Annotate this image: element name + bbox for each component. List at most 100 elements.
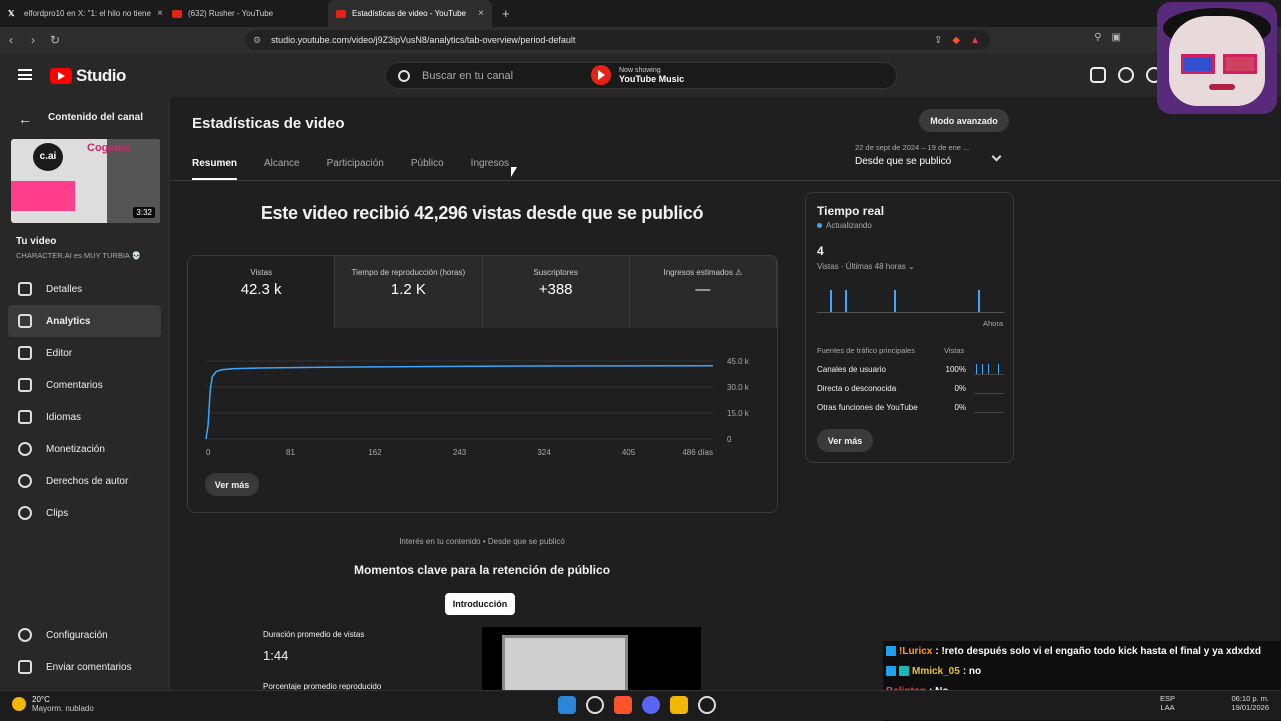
realtime-subtitle[interactable]: Vistas · Últimas 48 horas ⌄ — [817, 262, 915, 271]
traffic-source: Canales de usuario — [817, 365, 886, 374]
sidebar-item-feedback[interactable]: Enviar comentarios — [8, 651, 161, 683]
close-tab-icon[interactable]: × — [157, 8, 163, 19]
video-title: CHARACTER.AI es MUY TURBIA 💀 — [16, 251, 141, 260]
brave-shield-icon[interactable]: ◆ — [952, 35, 960, 46]
period-range[interactable]: 22 de sept de 2024 – 19 de ene ... — [855, 143, 969, 152]
traffic-row: Canales de usuario 100% — [817, 364, 1004, 375]
now-showing-title: YouTube Music — [619, 73, 685, 84]
back-arrow-icon[interactable]: ← — [18, 111, 32, 127]
sidebar-item-clips[interactable]: Clips — [8, 497, 161, 529]
browser-tab-studio[interactable]: Estadísticas de video - YouTube × — [328, 0, 492, 27]
hamburger-menu-icon[interactable] — [18, 69, 32, 80]
site-info-icon[interactable]: ⚙ — [253, 35, 261, 46]
metric-watch-time[interactable]: Tiempo de reproducción (horas) 1.2 K — [335, 256, 483, 328]
studio-logo[interactable]: Studio — [50, 66, 126, 86]
chevron-down-icon[interactable]: ⌄ — [908, 262, 915, 271]
sidebar-item-editor[interactable]: Editor — [8, 337, 161, 369]
sidebar-item-label: Derechos de autor — [46, 475, 129, 487]
create-icon[interactable] — [1090, 67, 1106, 83]
sidebar-item-details[interactable]: Detalles — [8, 273, 161, 305]
youtube-icon — [172, 9, 182, 18]
sidebar-item-label: Enviar comentarios — [46, 661, 132, 673]
advanced-mode-button[interactable]: Modo avanzado — [919, 109, 1009, 132]
discord-icon[interactable] — [642, 696, 660, 714]
tab-overview[interactable]: Resumen — [192, 158, 238, 180]
tab-revenue[interactable]: Ingresos — [471, 158, 509, 180]
sub-badge-icon — [899, 666, 909, 676]
metric-views[interactable]: Vistas 42.3 k — [188, 256, 336, 328]
traffic-views-header: Vistas — [944, 346, 965, 355]
metric-revenue[interactable]: Ingresos estimados ⚠ — — [629, 256, 777, 328]
intro-chip[interactable]: Introducción — [445, 593, 515, 615]
language-indicator[interactable]: ESP LAA — [1160, 694, 1175, 712]
x-tick-label: 81 — [286, 448, 295, 457]
views-line-chart: 0 15.0 k 30.0 k 45.0 k 0 81 162 243 324 405 486 dí… — [205, 357, 750, 457]
traffic-row: Otras funciones de YouTube 0% — [817, 403, 1004, 413]
obs-icon[interactable] — [698, 696, 716, 714]
time: 06:10 p. m. — [1231, 694, 1269, 703]
chevron-down-icon[interactable] — [991, 151, 1002, 162]
sidebar-toggle-icon[interactable]: ▣ — [1112, 32, 1121, 43]
share-icon[interactable]: ⇪ — [934, 35, 942, 46]
extensions-icon[interactable]: ⚲ — [1094, 32, 1101, 43]
warning-icon[interactable]: ⚠ — [735, 268, 742, 277]
address-bar[interactable]: ⚙ studio.youtube.com/video/j9Z3ipVusN8/a… — [245, 30, 990, 50]
search-input[interactable]: Buscar en tu canal Now showing YouTube M… — [385, 62, 897, 89]
help-icon[interactable] — [1118, 67, 1134, 83]
weather-desc: Mayorm. nublado — [32, 704, 94, 713]
back-arrow-icon[interactable]: ‹ — [0, 33, 22, 47]
realtime-see-more-button[interactable]: Ver más — [817, 429, 873, 452]
start-icon[interactable] — [558, 696, 576, 714]
tab-audience[interactable]: Público — [411, 158, 444, 180]
thumbnail-badge: c.ai — [33, 143, 63, 171]
metric-subscribers[interactable]: Suscriptores +388 — [482, 256, 630, 328]
sidebar-bottom-nav: Configuración Enviar comentarios — [8, 619, 161, 683]
forward-arrow-icon[interactable]: › — [22, 33, 44, 47]
video-thumbnail[interactable]: c.ai Cogeme 3:32 — [11, 139, 160, 223]
brave-rewards-icon[interactable]: ▲ — [970, 35, 980, 46]
y-tick-label: 0 — [727, 435, 732, 444]
see-more-button[interactable]: Ver más — [205, 473, 259, 496]
reload-icon[interactable]: ↻ — [44, 33, 66, 47]
tab-engagement[interactable]: Participación — [327, 158, 384, 180]
your-video-label: Tu video — [16, 236, 57, 247]
tab-divider — [171, 180, 1281, 181]
clock[interactable]: 06:10 p. m. 19/01/2026 — [1231, 694, 1269, 712]
sidebar-item-languages[interactable]: Idiomas — [8, 401, 161, 433]
sidebar-item-comments[interactable]: Comentarios — [8, 369, 161, 401]
subtitle-text: Vistas · Últimas 48 horas — [817, 262, 906, 271]
weather-widget[interactable]: 20°C Mayorm. nublado — [12, 695, 94, 713]
chat-line: !Luricx : !reto después solo vi el engañ… — [883, 641, 1281, 661]
y-tick-label: 30.0 k — [727, 383, 750, 392]
temperature: 20°C — [32, 695, 50, 704]
channel-content-link[interactable]: Contenido del canal — [48, 112, 143, 123]
sidebar-item-monetization[interactable]: Monetización — [8, 433, 161, 465]
sidebar-item-analytics[interactable]: Analytics — [8, 305, 161, 337]
browser-tab-x[interactable]: 𝕏 elfordpro10 en X: "1: el hilo no tiene… — [0, 0, 164, 27]
tab-label: Estadísticas de video - YouTube — [352, 9, 466, 18]
sidebar-item-copyright[interactable]: Derechos de autor — [8, 465, 161, 497]
scissors-icon — [18, 506, 32, 520]
editor-icon — [18, 346, 32, 360]
sidebar-item-settings[interactable]: Configuración — [8, 619, 161, 651]
avg-duration-label: Duración promedio de vistas — [263, 630, 365, 639]
browser-tab-youtube[interactable]: (632) Rusher - YouTube — [164, 0, 328, 27]
metric-value: +388 — [538, 281, 573, 298]
new-tab-button[interactable]: + — [492, 6, 520, 21]
browser-toolbar: ‹ › ↻ ⚙ studio.youtube.com/video/j9Z3ipV… — [0, 27, 1281, 53]
comments-icon — [18, 378, 32, 392]
realtime-card: Tiempo real Actualizando 4 Vistas · Últi… — [805, 192, 1014, 463]
metric-label: Vistas — [250, 268, 272, 277]
file-explorer-icon[interactable] — [670, 696, 688, 714]
video-preview[interactable] — [482, 627, 701, 690]
traffic-source: Otras funciones de YouTube — [817, 403, 918, 412]
tab-reach[interactable]: Alcance — [264, 158, 300, 180]
now-showing-widget: Now showing YouTube Music — [591, 65, 684, 85]
brave-browser-icon[interactable] — [614, 696, 632, 714]
period-selector[interactable]: Desde que se publicó — [855, 156, 951, 167]
subtitles-icon — [18, 410, 32, 424]
youtube-music-icon — [591, 65, 611, 85]
search-icon[interactable] — [586, 696, 604, 714]
metric-value: 42.3 k — [240, 281, 282, 298]
close-tab-icon[interactable]: × — [478, 8, 484, 19]
